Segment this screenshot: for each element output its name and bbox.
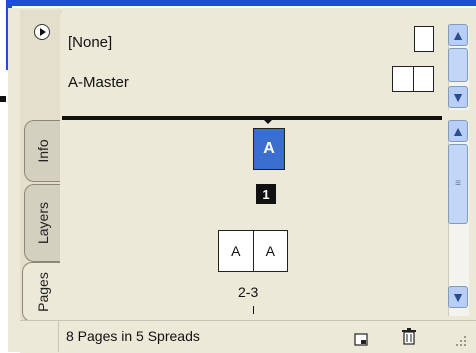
pages-scroll-down[interactable]: ▼ [448, 286, 468, 308]
tab-layers[interactable]: Layers [24, 184, 61, 262]
masters-scroll-down[interactable]: ▼ [448, 86, 468, 108]
new-page-icon[interactable] [352, 330, 370, 348]
background-mark [0, 96, 6, 102]
next-spread-edge [253, 306, 254, 314]
page-1-number: 1 [256, 184, 276, 204]
spread-page-3: A [265, 243, 275, 259]
master-none-label[interactable]: [None] [68, 34, 112, 51]
masters-pages-divider[interactable] [62, 116, 442, 120]
spread-page-2: A [219, 231, 254, 271]
status-text: 8 Pages in 5 Spreads [66, 328, 200, 344]
tab-layers-label: Layers [35, 201, 51, 245]
pages-scroll-thumb[interactable]: ≡ [448, 144, 468, 224]
single-page-icon[interactable] [414, 26, 434, 52]
scroll-grip-icon: ≡ [455, 178, 461, 189]
trash-icon[interactable] [400, 328, 418, 346]
status-divider [58, 320, 59, 352]
masters-scroll-up[interactable]: ▲ [448, 24, 468, 46]
page-1-prefix: A [263, 140, 275, 157]
panel-menu-icon[interactable] [34, 24, 50, 40]
facing-pages-icon[interactable] [392, 66, 434, 92]
background-window-edge [6, 0, 476, 6]
masters-scroll-thumb[interactable] [448, 48, 468, 82]
page-1-thumbnail[interactable]: A [253, 128, 285, 170]
spine-marker-icon [262, 118, 274, 124]
pages-scroll-up[interactable]: ▲ [448, 120, 468, 142]
tab-pages-label: Pages [35, 272, 51, 312]
master-a-label[interactable]: A-Master [68, 74, 129, 91]
resize-grip-icon[interactable] [450, 334, 468, 348]
tab-pages[interactable]: Pages [22, 262, 63, 322]
spread-2-3-thumbnail[interactable]: A A [218, 230, 288, 272]
tab-info[interactable]: Info [24, 120, 61, 182]
tab-info-label: Info [35, 139, 51, 163]
spread-2-3-label: 2-3 [238, 284, 259, 300]
